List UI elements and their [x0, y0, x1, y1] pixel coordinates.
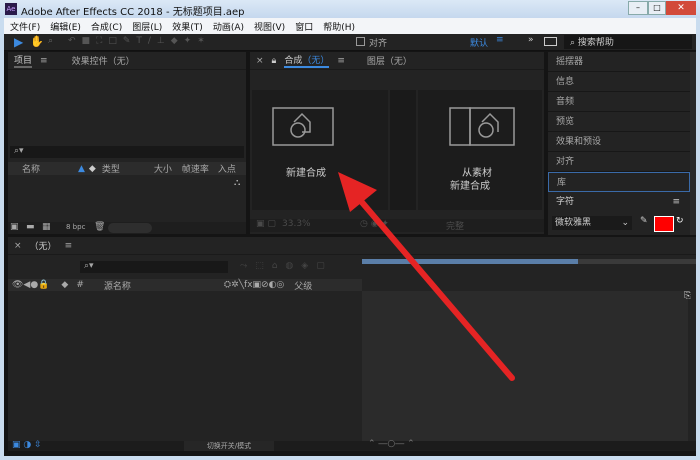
- annotation-arrow: [338, 172, 515, 381]
